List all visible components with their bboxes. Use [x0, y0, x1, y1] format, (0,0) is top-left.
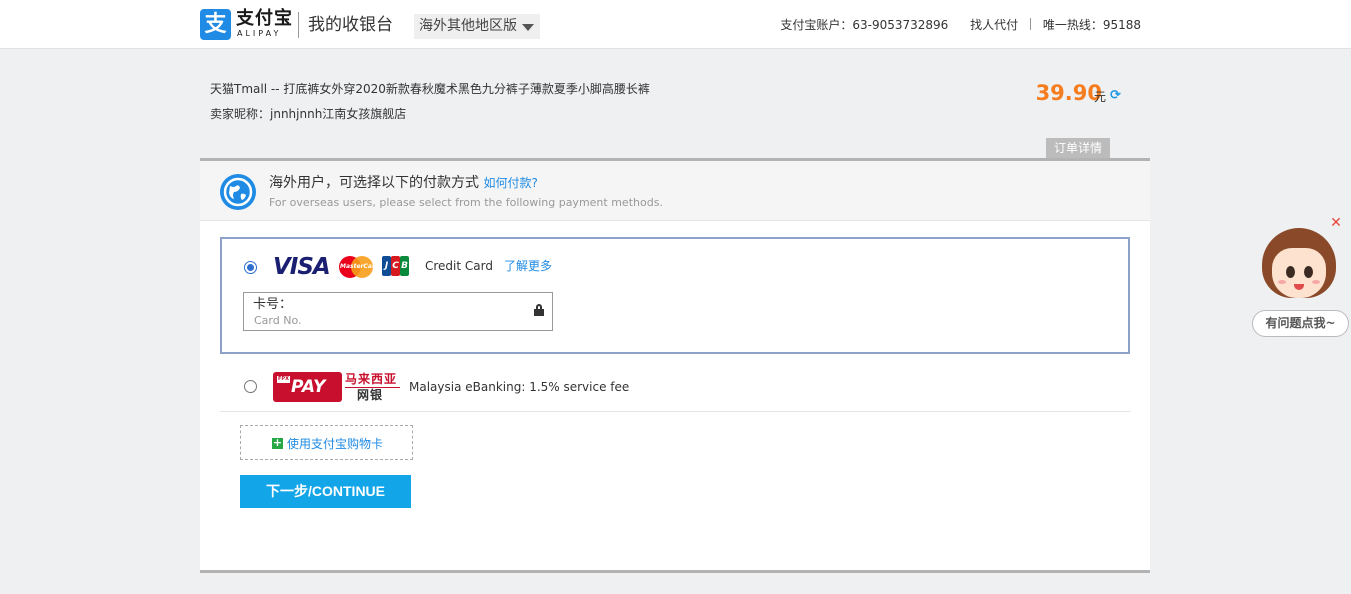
card-number-label: 卡号： — [253, 297, 293, 312]
continue-button[interactable]: 下一步/CONTINUE — [240, 475, 411, 508]
fpx-option[interactable]: FPX PAY 马来西亚 网银 Malaysia eBanking: 1.5% … — [220, 364, 1131, 412]
credit-card-option[interactable]: VISA MasterCard J C B Credit Card 了解更多 卡… — [220, 237, 1130, 354]
fpx-radio[interactable] — [244, 380, 257, 393]
mastercard-text: MasterCard — [340, 263, 380, 270]
card-number-placeholder: Card No. — [254, 314, 302, 327]
account-label: 支付宝账户：63-9053732896 — [780, 18, 949, 32]
overseas-notice: 海外用户，可选择以下的付款方式 如何付款? For overseas users… — [200, 161, 1150, 221]
card-number-input[interactable]: 卡号： Card No. — [243, 292, 553, 331]
plus-icon: + — [272, 436, 283, 449]
help-bubble[interactable]: 有问题点我~ — [1252, 310, 1349, 337]
help-widget[interactable]: ✕ 有问题点我~ — [1252, 216, 1350, 338]
fpx-cn-line1: 马来西亚 — [345, 372, 398, 386]
how-to-pay-link[interactable]: 如何付款? — [483, 176, 537, 190]
header-bar: 支 支付宝 ALIPAY 我的收银台 海外其他地区版 支付宝账户：63-9053… — [0, 0, 1351, 49]
fpx-brand-badge: FPX PAY — [273, 372, 342, 402]
header-divider — [298, 12, 299, 38]
order-amount: 39.90 — [1035, 81, 1102, 105]
help-avatar-icon[interactable] — [1262, 228, 1336, 302]
header-separator — [1029, 18, 1031, 30]
jcb-letter-c: C — [391, 256, 400, 276]
region-selector[interactable]: 海外其他地区版 — [414, 14, 540, 39]
mastercard-logo: MasterCard — [339, 256, 380, 278]
learn-more-link[interactable]: 了解更多 — [504, 258, 552, 274]
jcb-letter-b: B — [400, 256, 409, 276]
jcb-logo: J C B — [382, 256, 410, 276]
hotline-label: 唯一热线：95188 — [1042, 18, 1141, 32]
proxy-pay-link[interactable]: 找人代付 — [970, 17, 1018, 33]
fpx-logo: FPX PAY 马来西亚 网银 — [273, 372, 400, 402]
region-selector-label: 海外其他地区版 — [419, 18, 517, 34]
alipay-logo-icon: 支 — [200, 9, 231, 40]
notice-text-cn: 海外用户，可选择以下的付款方式 如何付款? — [269, 174, 538, 192]
fpx-brand-text: PAY — [291, 377, 326, 397]
caret-down-icon — [522, 24, 534, 31]
fpx-label: Malaysia eBanking: 1.5% service fee — [409, 380, 630, 394]
cashier-title: 我的收银台 — [308, 15, 393, 35]
refresh-icon[interactable]: ⟳ — [1110, 89, 1122, 103]
logo-text-en: ALIPAY — [237, 29, 282, 38]
lock-icon — [534, 304, 544, 316]
visa-logo: VISA — [273, 254, 331, 280]
currency-label: 元 — [1094, 90, 1107, 104]
jcb-letter-j: J — [382, 256, 391, 276]
credit-card-label: Credit Card — [425, 259, 493, 273]
fpx-cn-line2: 网银 — [357, 388, 384, 402]
gift-card-button[interactable]: + 使用支付宝购物卡 — [240, 425, 413, 460]
gift-card-label: 使用支付宝购物卡 — [287, 437, 384, 451]
seller-name: 卖家昵称：jnnhjnnh江南女孩旗舰店 — [210, 107, 407, 121]
logo-text-cn: 支付宝 — [236, 8, 293, 29]
globe-icon — [220, 174, 256, 210]
order-title: 天猫Tmall -- 打底裤女外穿2020新款春秋魔术黑色九分裤子薄款夏季小脚高… — [210, 82, 650, 96]
notice-text-en: For overseas users, please select from t… — [269, 196, 663, 209]
payment-panel: 海外用户，可选择以下的付款方式 如何付款? For overseas users… — [200, 158, 1150, 573]
fpx-brand-prefix: FPX — [277, 376, 290, 383]
notice-cn-label: 海外用户，可选择以下的付款方式 — [269, 175, 479, 191]
alipay-logo[interactable]: 支 支付宝 ALIPAY — [200, 9, 294, 40]
credit-card-radio[interactable] — [244, 261, 257, 274]
header-account-links: 支付宝账户：63-9053732896 找人代付 唯一热线：95188 — [780, 17, 1141, 33]
order-detail-tab[interactable]: 订单详情 — [1046, 138, 1110, 158]
